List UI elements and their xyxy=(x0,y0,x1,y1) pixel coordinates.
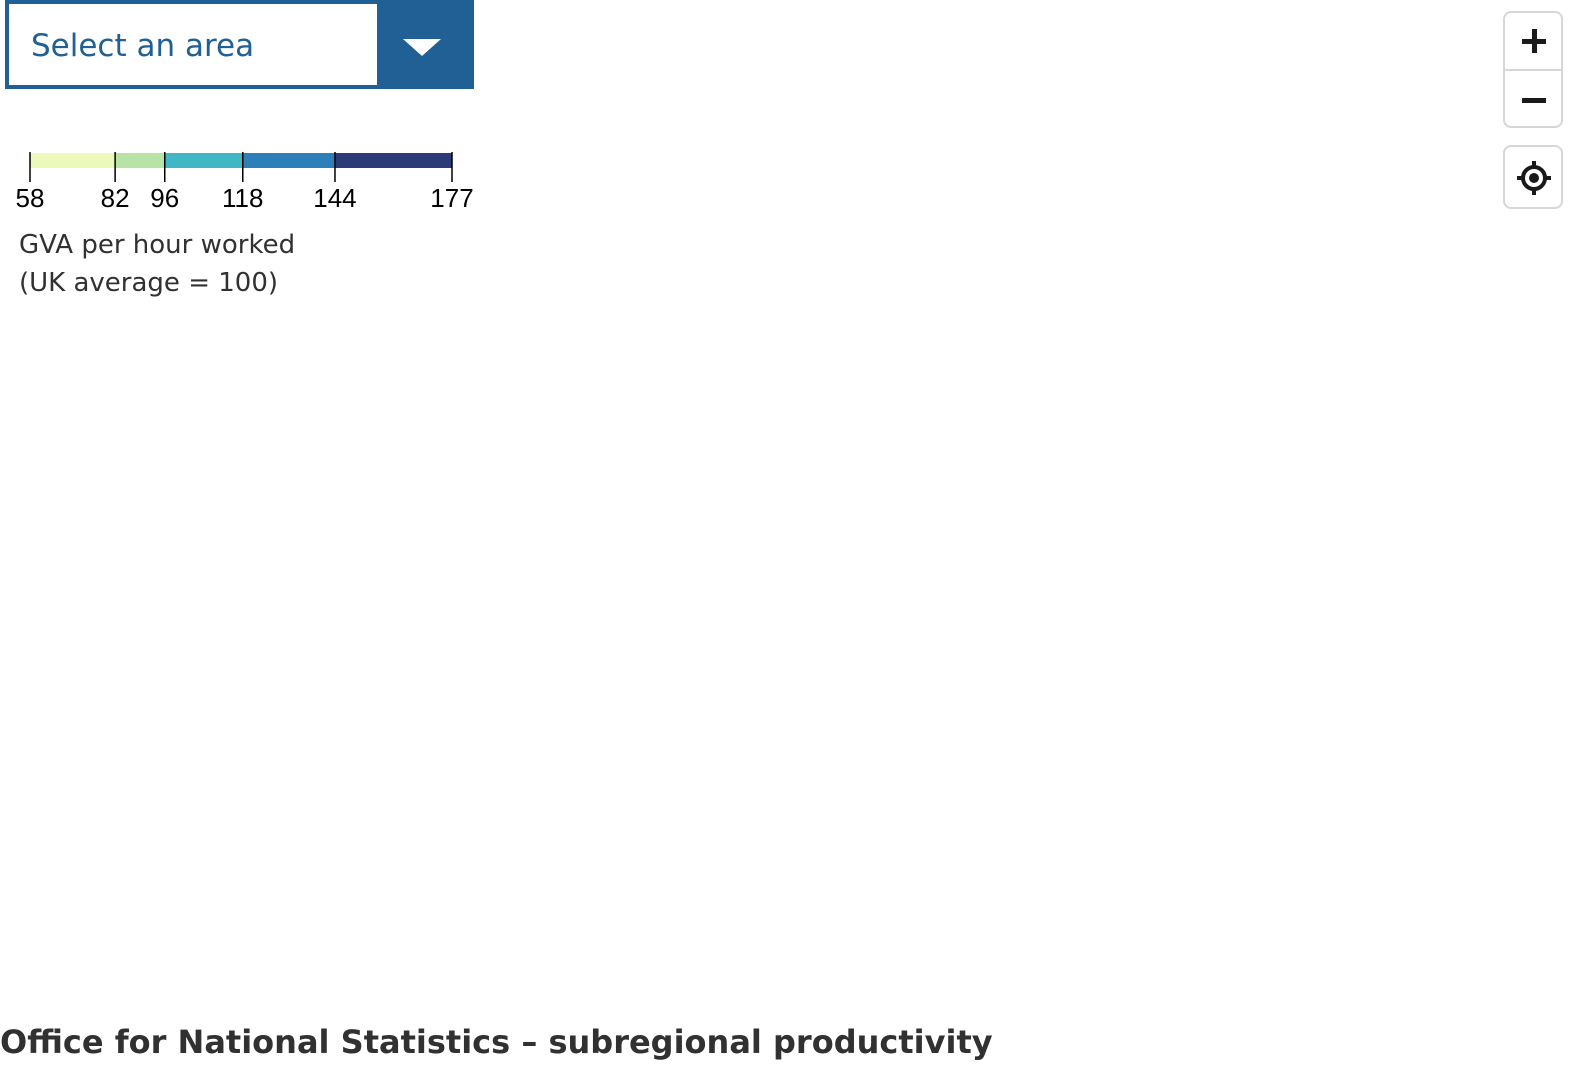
legend-tick-label: 58 xyxy=(16,183,45,213)
legend-title: GVA per hour worked (UK average = 100) xyxy=(19,226,295,302)
zoom-out-button[interactable] xyxy=(1505,71,1561,126)
chevron-down-icon xyxy=(403,39,441,56)
legend-tick-label: 118 xyxy=(222,183,263,213)
legend-tick-label: 96 xyxy=(150,183,179,213)
zoom-controls xyxy=(1503,11,1563,128)
legend-scale: 58 82 96 118 144 177 xyxy=(16,152,474,213)
legend-tick-label: 144 xyxy=(313,183,356,213)
map-page: Select an area 58 82 96 118 144 177 GVA per h… xyxy=(0,0,1583,1071)
area-select-toggle-button[interactable] xyxy=(377,0,470,89)
legend-swatch xyxy=(115,153,165,168)
plus-icon xyxy=(1522,29,1546,53)
map-legend: 58 82 96 118 144 177 GVA per hour worked (UK … xyxy=(0,140,490,310)
area-select-dropdown[interactable]: Select an area xyxy=(5,0,474,89)
legend-swatch xyxy=(242,153,335,168)
legend-swatch xyxy=(30,153,116,168)
source-caption: Office for National Statistics – subregi… xyxy=(0,1023,993,1061)
crosshair-icon xyxy=(1517,161,1551,195)
legend-swatch xyxy=(164,153,243,168)
zoom-in-button[interactable] xyxy=(1505,13,1561,71)
legend-tick-label: 82 xyxy=(101,183,130,213)
legend-swatch xyxy=(334,153,452,168)
legend-title-line-2: (UK average = 100) xyxy=(19,268,279,298)
legend-title-line-1: GVA per hour worked xyxy=(19,230,296,260)
minus-icon xyxy=(1522,98,1546,103)
legend-tick-label: 177 xyxy=(430,183,473,213)
locate-button[interactable] xyxy=(1503,145,1563,209)
area-select-label: Select an area xyxy=(31,28,255,64)
